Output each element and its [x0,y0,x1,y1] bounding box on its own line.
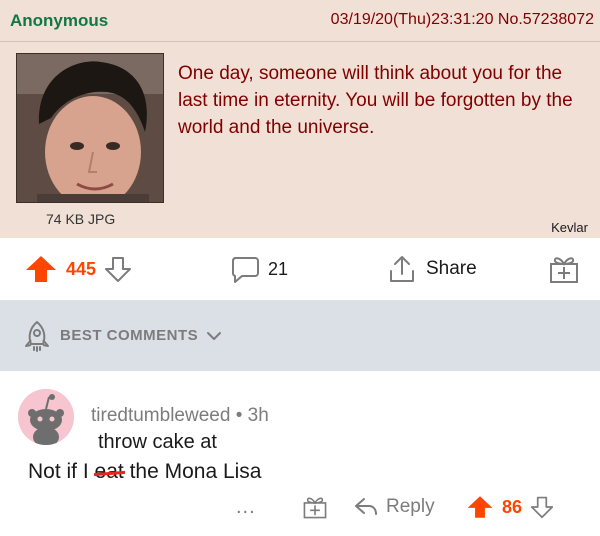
comment-line-2: Not if I eat the Mona Lisa [28,460,262,484]
comment-card: tiredtumbleweed • 3h throw cake at Not i… [0,371,600,536]
watermark-text: Kevlar [551,220,588,235]
post-vote-group: 445 [24,238,132,300]
share-label: Share [426,258,477,279]
chan-post-screenshot: Anonymous 03/19/20(Thu)23:31:20 No.57238… [0,0,600,238]
struck-word: eat [94,460,124,483]
comment-meta: tiredtumbleweed • 3h [91,405,269,427]
award-button[interactable] [548,238,580,300]
share-button[interactable]: Share [388,238,477,300]
comment-age: 3h [247,405,269,426]
comment-text-after: the Mona Lisa [123,460,262,483]
avatar[interactable] [18,389,74,445]
reply-arrow-icon [354,496,378,518]
post-vote-count: 445 [66,258,97,279]
reply-label: Reply [386,496,435,517]
share-icon [388,254,416,284]
comment-text-before: Not if I [28,460,95,483]
comment-username[interactable]: tiredtumbleweed [91,405,230,426]
face-photo [17,54,163,202]
gift-award-icon [302,494,328,520]
gift-award-icon [548,253,580,285]
upvote-arrow-icon[interactable] [466,494,494,520]
comment-sort-bar[interactable]: BEST COMMENTS [0,300,600,371]
rocket-icon [22,320,52,352]
poster-name: Anonymous [10,11,109,30]
comment-count: 21 [268,258,289,279]
sort-label: BEST COMMENTS [60,327,199,344]
comment-more-button[interactable]: ... [236,489,256,525]
meta-separator: • [235,405,243,426]
comments-button[interactable]: 21 [230,238,288,300]
comment-vote-group: 86 [466,489,554,525]
comment-line-1: throw cake at [98,431,217,453]
file-info: 74 KB JPG [46,211,116,227]
downvote-arrow-icon[interactable] [530,495,554,519]
post-image-thumbnail[interactable] [16,53,164,203]
comment-award-button[interactable] [302,489,328,525]
comment-vote-count: 86 [502,496,523,517]
more-options-icon: ... [236,495,256,518]
comment-bubble-icon [230,254,260,284]
header-divider [0,41,600,42]
reply-button[interactable]: Reply [354,489,435,525]
downvote-arrow-icon[interactable] [104,255,132,283]
post-action-bar: 445 21 Share [0,238,600,300]
upvote-arrow-icon[interactable] [24,254,58,284]
post-text: One day, someone will think about you fo… [178,63,573,138]
post-date-number: 03/19/20(Thu)23:31:20 No.57238072 [330,11,594,28]
chan-post-header: Anonymous 03/19/20(Thu)23:31:20 No.57238… [0,0,600,42]
chevron-down-icon [206,330,222,342]
snoo-avatar-icon [18,389,74,445]
